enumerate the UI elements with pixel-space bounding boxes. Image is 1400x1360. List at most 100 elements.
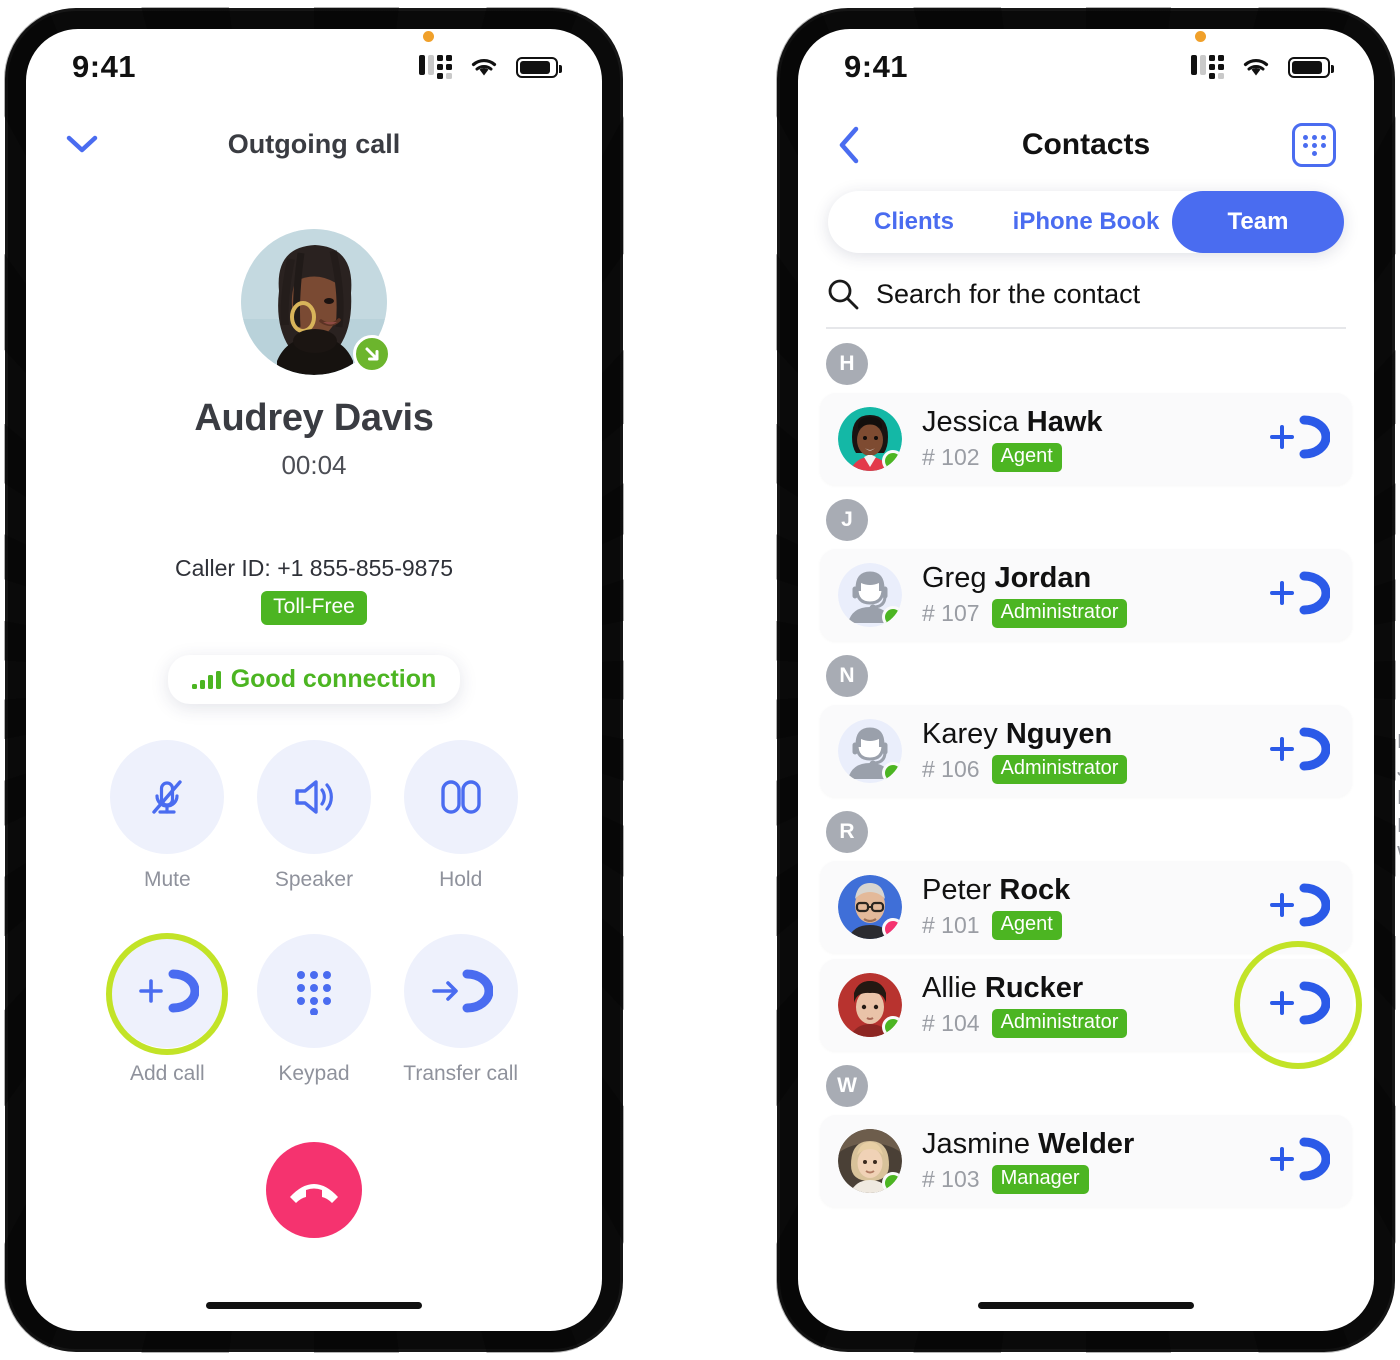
privacy-indicator-icon: [1195, 31, 1206, 42]
outgoing-call-arrow-icon: [353, 335, 391, 373]
section-header-w: W: [826, 1065, 868, 1107]
add-call-button[interactable]: Add call: [94, 933, 241, 1086]
contact-row-peter-rock[interactable]: Peter Rock # 101 Agent: [820, 861, 1352, 953]
contact-name: Allie Rucker: [922, 972, 1266, 1005]
contact-first-name: Greg: [922, 562, 987, 594]
section-header-r: R: [826, 811, 868, 853]
end-call-icon: [290, 1184, 338, 1203]
home-indicator: [978, 1302, 1194, 1309]
home-indicator: [206, 1302, 422, 1309]
add-call-button[interactable]: [1234, 941, 1362, 1069]
search-icon: [828, 279, 859, 310]
chevron-down-icon[interactable]: [66, 134, 98, 154]
hold-button[interactable]: Hold: [387, 740, 534, 892]
status-dot-busy: [882, 918, 902, 939]
signal-bars-icon: [191, 670, 221, 689]
call-controls-grid: Mute Speaker Hold Add call Keypad Transf…: [94, 740, 534, 1086]
contact-extension: # 103: [922, 1166, 980, 1192]
add-call-icon: [1270, 727, 1331, 770]
mute-label: Mute: [143, 868, 191, 891]
mic-muted-icon: [152, 780, 183, 814]
hold-label: Hold: [439, 868, 483, 891]
contact-first-name: Karey: [922, 718, 998, 750]
transfer-call-label: Transfer call: [403, 1062, 519, 1085]
mute-button[interactable]: Mute: [94, 740, 241, 892]
connection-quality-label: Good connection: [230, 665, 437, 693]
speaker-button[interactable]: Speaker: [241, 740, 388, 892]
contact-role-badge: Administrator: [991, 755, 1128, 784]
contact-last-name: Jordan: [994, 562, 1092, 594]
placeholder-agent-avatar: [838, 563, 902, 627]
speaker-label: Speaker: [274, 868, 354, 891]
privacy-indicator-icon: [423, 31, 434, 42]
contact-first-name: Allie: [922, 972, 977, 1004]
contact-row-karey-nguyen[interactable]: Karey Nguyen # 106 Administrator: [820, 705, 1352, 797]
contact-row-jasmine-welder[interactable]: Jasmine Welder # 103 Manager: [820, 1115, 1352, 1207]
call-screen: 9:41 Outgoing call Audrey Davis 00:04 Ca…: [26, 29, 602, 1331]
phone-frame-call: 9:41 Outgoing call Audrey Davis 00:04 Ca…: [4, 7, 624, 1353]
keypad-label: Keypad: [278, 1062, 350, 1085]
add-call-icon: [1270, 883, 1331, 926]
call-header: Outgoing call: [26, 105, 602, 183]
status-bar-contacts: 9:41: [798, 29, 1374, 105]
tab-clients[interactable]: Clients: [828, 191, 1000, 253]
add-call-button[interactable]: [1266, 414, 1331, 465]
wifi-icon: [1243, 59, 1269, 76]
add-call-button[interactable]: [1266, 1136, 1331, 1187]
add-call-icon: [1270, 981, 1331, 1024]
add-call-button[interactable]: [1266, 882, 1331, 933]
end-call-button[interactable]: [266, 1142, 362, 1238]
contact-row-allie-rucker[interactable]: Allie Rucker # 104 Administrator: [820, 941, 1362, 1069]
contact-name: Karey Nguyen: [922, 718, 1266, 751]
callee-name: Audrey Davis: [194, 397, 434, 439]
tab-team[interactable]: Team: [1172, 191, 1344, 253]
add-call-button[interactable]: [1266, 570, 1331, 621]
dialpad-icon[interactable]: [1292, 123, 1336, 167]
connection-quality-pill: Good connection: [167, 655, 461, 704]
jasmine-welder-avatar: [838, 1129, 902, 1193]
contact-name: Greg Jordan: [922, 562, 1266, 595]
battery-icon: [516, 56, 562, 78]
chevron-left-icon[interactable]: [836, 125, 862, 165]
contact-extension: # 102: [922, 444, 980, 470]
transfer-call-button[interactable]: Transfer call: [387, 934, 534, 1086]
phone-frame-contacts: 9:41 Contacts Clients iPhone Book Team S…: [776, 7, 1400, 1353]
caller-id-text: Caller ID: +1 855-855-9875: [174, 555, 454, 581]
contacts-screen: 9:41 Contacts Clients iPhone Book Team S…: [798, 29, 1374, 1331]
jessica-hawk-avatar: [838, 407, 902, 471]
contacts-tab-bar: Clients iPhone Book Team: [828, 191, 1344, 253]
status-bar-call: 9:41: [26, 29, 602, 105]
call-timer: 00:04: [281, 450, 347, 480]
add-call-button[interactable]: [1266, 726, 1331, 777]
contact-last-name: Hawk: [1026, 406, 1103, 438]
contact-row-jessica-hawk[interactable]: Jessica Hawk # 102 Agent: [820, 393, 1352, 485]
toll-free-badge: Toll-Free: [261, 591, 367, 625]
status-dot-online: [882, 606, 902, 627]
contact-role-badge: Agent: [991, 911, 1062, 940]
contact-extension: # 101: [922, 912, 980, 938]
contact-last-name: Welder: [1038, 1128, 1135, 1160]
contact-extension: # 104: [922, 1010, 980, 1036]
contact-last-name: Nguyen: [1005, 718, 1113, 750]
search-bar[interactable]: Search for the contact: [826, 277, 1346, 329]
page-title: Outgoing call: [227, 128, 401, 159]
status-dot-online: [882, 762, 902, 783]
add-call-icon: [1270, 1137, 1331, 1180]
contact-name: Peter Rock: [922, 874, 1266, 907]
contacts-navbar: Contacts: [798, 105, 1374, 185]
status-dot-online: [882, 1172, 902, 1193]
contact-first-name: Jessica: [922, 406, 1019, 438]
contact-last-name: Rock: [999, 874, 1071, 906]
keypad-icon: [296, 971, 331, 1015]
keypad-button[interactable]: Keypad: [241, 934, 388, 1086]
status-time: 9:41: [844, 49, 909, 84]
contact-role-badge: Agent: [991, 443, 1062, 472]
status-dot-online: [882, 450, 902, 471]
peter-rock-avatar: [838, 875, 902, 939]
contact-role-badge: Administrator: [991, 599, 1128, 628]
page-title: Contacts: [1021, 128, 1151, 161]
tab-iphone-book[interactable]: iPhone Book: [1000, 191, 1172, 253]
contact-row-greg-jordan[interactable]: Greg Jordan # 107 Administrator: [820, 549, 1352, 641]
search-input[interactable]: Search for the contact: [876, 279, 1140, 310]
contact-extension: # 106: [922, 756, 980, 782]
